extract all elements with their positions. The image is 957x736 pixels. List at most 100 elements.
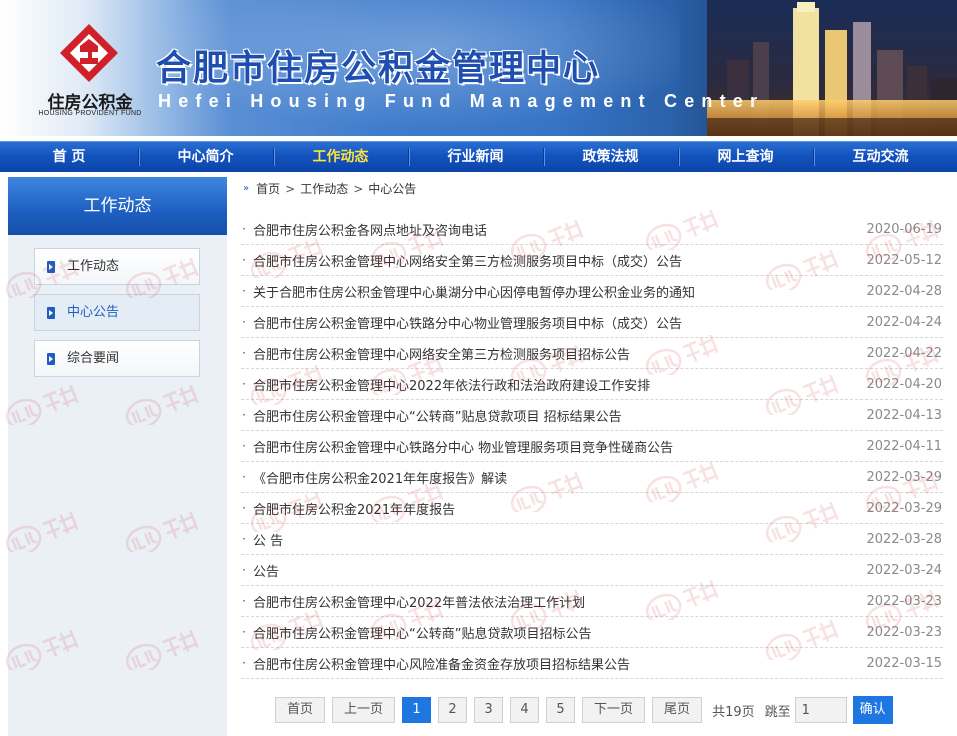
news-date: 2022-04-11 <box>866 438 942 454</box>
news-row[interactable]: · 公 告 2022-03-28 <box>241 524 943 555</box>
breadcrumb-home-link[interactable]: 首页 <box>256 177 280 201</box>
news-title-link[interactable]: 公告 <box>253 561 866 580</box>
news-title-link[interactable]: 合肥市住房公积金管理中心铁路分中心物业管理服务项目中标（成交）公告 <box>253 313 866 332</box>
site-banner: 住房公积金 HOUSING PROVIDENT FUND 合肥市住房公积金管理中… <box>0 0 957 136</box>
page-1-button[interactable]: 1 <box>402 697 432 723</box>
sidebar-title: 工作动态 <box>8 177 227 235</box>
arrow-bullet-icon <box>47 260 55 273</box>
sidebar-item-announcements[interactable]: 中心公告 <box>34 294 200 331</box>
news-title-link[interactable]: 合肥市住房公积金管理中心网络安全第三方检测服务项目中标（成交）公告 <box>253 251 866 270</box>
bullet-dot-icon: · <box>242 470 246 484</box>
news-date: 2022-03-24 <box>866 562 942 578</box>
nav-item-home[interactable]: 首 页 <box>0 142 138 172</box>
news-title-link[interactable]: 合肥市住房公积金管理中心“公转商”贴息贷款项目 招标结果公告 <box>253 406 866 425</box>
news-date: 2022-04-22 <box>866 345 942 361</box>
bullet-dot-icon: · <box>242 284 246 298</box>
double-chevron-right-icon: » <box>243 183 249 194</box>
news-row[interactable]: · 合肥市住房公积金各网点地址及咨询电话 2020-06-19 <box>241 214 943 245</box>
sidebar-item-label: 综合要闻 <box>67 351 120 366</box>
next-page-button[interactable]: 下一页 <box>582 697 646 723</box>
nav-item-policy[interactable]: 政策法规 <box>543 142 678 172</box>
news-row[interactable]: · 合肥市住房公积金管理中心网络安全第三方检测服务项目中标（成交）公告 2022-0… <box>241 245 943 276</box>
bullet-dot-icon: · <box>242 346 246 360</box>
bullet-dot-icon: · <box>242 532 246 546</box>
sidebar-item-work-news[interactable]: 工作动态 <box>34 248 200 285</box>
total-pages-text: 共19页 <box>712 704 755 720</box>
arrow-bullet-icon <box>47 352 55 365</box>
news-title-link[interactable]: 关于合肥市住房公积金管理中心巢湖分中心因停电暂停办理公积金业务的通知 <box>253 282 866 301</box>
pagination: 首页 上一页 1 2 3 4 5 下一页 尾页 共19页 跳至 确认 <box>275 696 893 724</box>
bullet-dot-icon: · <box>242 315 246 329</box>
bullet-dot-icon: · <box>242 253 246 267</box>
nav-item-work-news[interactable]: 工作动态 <box>273 142 408 172</box>
news-row[interactable]: · 公告 2022-03-24 <box>241 555 943 586</box>
page-4-button[interactable]: 4 <box>510 697 540 723</box>
news-title-link[interactable]: 合肥市住房公积金管理中心2022年依法行政和法治政府建设工作安排 <box>253 375 866 394</box>
news-date: 2022-04-13 <box>866 407 942 423</box>
bullet-dot-icon: · <box>242 656 246 670</box>
news-date: 2022-03-23 <box>866 624 942 640</box>
news-row[interactable]: · 合肥市住房公积金管理中心铁路分中心 物业管理服务项目竞争性磋商公告 2022-0… <box>241 431 943 462</box>
news-date: 2022-04-28 <box>866 283 942 299</box>
news-row[interactable]: · 关于合肥市住房公积金管理中心巢湖分中心因停电暂停办理公积金业务的通知 2022-… <box>241 276 943 307</box>
news-date: 2022-03-29 <box>866 500 942 516</box>
news-row[interactable]: · 合肥市住房公积金2021年年度报告 2022-03-29 <box>241 493 943 524</box>
news-date: 2022-03-28 <box>866 531 942 547</box>
nav-item-online-query[interactable]: 网上查询 <box>678 142 813 172</box>
news-row[interactable]: · 合肥市住房公积金管理中心网络安全第三方检测服务项目招标公告 2022-04-22 <box>241 338 943 369</box>
bullet-dot-icon: · <box>242 408 246 422</box>
news-row[interactable]: · 合肥市住房公积金管理中心2022年依法行政和法治政府建设工作安排 2022-04… <box>241 369 943 400</box>
news-title-link[interactable]: 合肥市住房公积金管理中心风险准备金资金存放项目招标结果公告 <box>253 654 866 673</box>
news-title-link[interactable]: 合肥市住房公积金2021年年度报告 <box>253 499 866 518</box>
main-nav: 首 页 中心简介 工作动态 行业新闻 政策法规 网上查询 互动交流 <box>0 141 957 172</box>
nav-item-industry-news[interactable]: 行业新闻 <box>408 142 543 172</box>
news-row[interactable]: · 合肥市住房公积金管理中心2022年普法依法治理工作计划 2022-03-23 <box>241 586 943 617</box>
news-title-link[interactable]: 公 告 <box>253 530 866 549</box>
news-date: 2022-05-12 <box>866 252 942 268</box>
breadcrumb: » 首页 > 工作动态 > 中心公告 <box>241 177 943 201</box>
news-date: 2022-03-29 <box>866 469 942 485</box>
bullet-dot-icon: · <box>242 594 246 608</box>
site-subtitle: Hefei Housing Fund Management Center <box>158 91 765 111</box>
bullet-dot-icon: · <box>242 501 246 515</box>
page-3-button[interactable]: 3 <box>474 697 504 723</box>
page-2-button[interactable]: 2 <box>438 697 468 723</box>
main-content: » 首页 > 工作动态 > 中心公告 · 合肥市住房公积金各网点地址及咨询电话 20… <box>241 177 943 736</box>
news-date: 2022-03-15 <box>866 655 942 671</box>
news-row[interactable]: · 合肥市住房公积金管理中心风险准备金资金存放项目招标结果公告 2022-03-15 <box>241 648 943 679</box>
breadcrumb-current[interactable]: 中心公告 <box>368 177 416 201</box>
confirm-jump-button[interactable]: 确认 <box>852 696 893 724</box>
jump-page-input[interactable] <box>794 697 847 723</box>
sidebar-item-general-news[interactable]: 综合要闻 <box>34 340 200 377</box>
breadcrumb-work-news-link[interactable]: 工作动态 <box>300 177 348 201</box>
first-page-button[interactable]: 首页 <box>275 697 326 723</box>
news-title-link[interactable]: 《合肥市住房公积金2021年年度报告》解读 <box>253 468 866 487</box>
breadcrumb-separator: > <box>353 182 364 196</box>
bullet-dot-icon: · <box>242 625 246 639</box>
news-title-link[interactable]: 合肥市住房公积金各网点地址及咨询电话 <box>253 220 866 239</box>
news-row[interactable]: · 合肥市住房公积金管理中心“公转商”贴息贷款项目 招标结果公告 2022-04-1… <box>241 400 943 431</box>
news-title-link[interactable]: 合肥市住房公积金管理中心铁路分中心 物业管理服务项目竞争性磋商公告 <box>253 437 866 456</box>
nav-item-interaction[interactable]: 互动交流 <box>813 142 948 172</box>
city-skyline-image <box>707 0 957 136</box>
news-row[interactable]: · 合肥市住房公积金管理中心铁路分中心物业管理服务项目中标（成交）公告 2022-0… <box>241 307 943 338</box>
bullet-dot-icon: · <box>242 222 246 236</box>
news-title-link[interactable]: 合肥市住房公积金管理中心网络安全第三方检测服务项目招标公告 <box>253 344 866 363</box>
news-date: 2020-06-19 <box>866 221 942 237</box>
news-row[interactable]: · 合肥市住房公积金管理中心“公转商”贴息贷款项目招标公告 2022-03-23 <box>241 617 943 648</box>
news-title-link[interactable]: 合肥市住房公积金管理中心2022年普法依法治理工作计划 <box>253 592 866 611</box>
provident-fund-logo-icon <box>60 24 118 82</box>
bullet-dot-icon: · <box>242 377 246 391</box>
arrow-bullet-icon <box>47 306 55 319</box>
prev-page-button[interactable]: 上一页 <box>332 697 396 723</box>
news-date: 2022-04-20 <box>866 376 942 392</box>
sidebar-item-label: 中心公告 <box>67 305 120 320</box>
page-5-button[interactable]: 5 <box>546 697 576 723</box>
last-page-button[interactable]: 尾页 <box>652 697 703 723</box>
news-row[interactable]: · 《合肥市住房公积金2021年年度报告》解读 2022-03-29 <box>241 462 943 493</box>
nav-item-about[interactable]: 中心简介 <box>138 142 273 172</box>
news-list: · 合肥市住房公积金各网点地址及咨询电话 2020-06-19 · 合肥市住房公积金管理… <box>241 214 943 679</box>
logo[interactable]: 住房公积金 HOUSING PROVIDENT FUND <box>30 20 148 120</box>
news-title-link[interactable]: 合肥市住房公积金管理中心“公转商”贴息贷款项目招标公告 <box>253 623 866 642</box>
sidebar: 工作动态 工作动态 中心公告 综合要闻 <box>8 177 227 736</box>
